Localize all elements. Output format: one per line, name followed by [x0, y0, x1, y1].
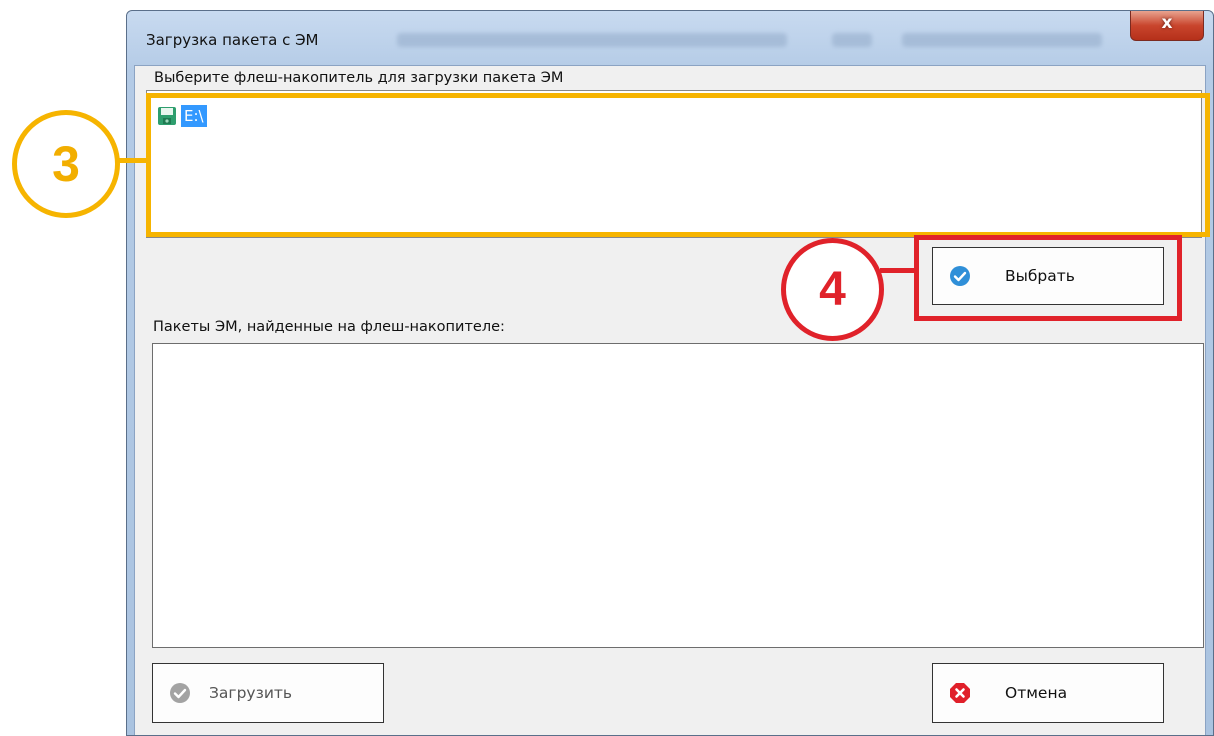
- drive-list[interactable]: E:\: [146, 90, 1202, 238]
- load-button-label: Загрузить: [209, 684, 293, 702]
- select-button-label: Выбрать: [1005, 267, 1075, 285]
- drive-label: E:\: [181, 105, 207, 127]
- close-icon: x: [1161, 13, 1173, 33]
- step-4-connector: [880, 268, 916, 273]
- window-title: Загрузка пакета с ЭМ: [146, 31, 319, 49]
- step-3-number: 3: [52, 136, 80, 192]
- close-circle-icon: [949, 682, 971, 704]
- checkmark-circle-icon: [949, 265, 971, 287]
- drive-item-e[interactable]: E:\: [157, 105, 207, 127]
- floppy-disk-icon: [157, 106, 177, 126]
- title-bar[interactable]: Загрузка пакета с ЭМ x: [127, 11, 1213, 65]
- packages-section-label: Пакеты ЭМ, найденные на флеш-накопителе:: [153, 319, 505, 335]
- blurred-background-text: [397, 33, 787, 47]
- cancel-button[interactable]: Отмена: [932, 663, 1164, 723]
- blurred-background-text: [902, 33, 1102, 47]
- load-button[interactable]: Загрузить: [152, 663, 384, 723]
- step-3-connector: [116, 158, 148, 163]
- checkmark-circle-icon: [169, 682, 191, 704]
- select-button[interactable]: Выбрать: [932, 247, 1164, 305]
- close-button[interactable]: x: [1130, 11, 1204, 41]
- cancel-button-label: Отмена: [1005, 684, 1068, 702]
- blurred-background-text: [832, 33, 872, 47]
- step-4-badge: 4: [781, 238, 884, 341]
- step-4-number: 4: [819, 263, 846, 316]
- drive-section-label: Выберите флеш-накопитель для загрузки па…: [154, 70, 564, 86]
- step-3-badge: 3: [12, 110, 120, 218]
- packages-list[interactable]: [152, 343, 1204, 648]
